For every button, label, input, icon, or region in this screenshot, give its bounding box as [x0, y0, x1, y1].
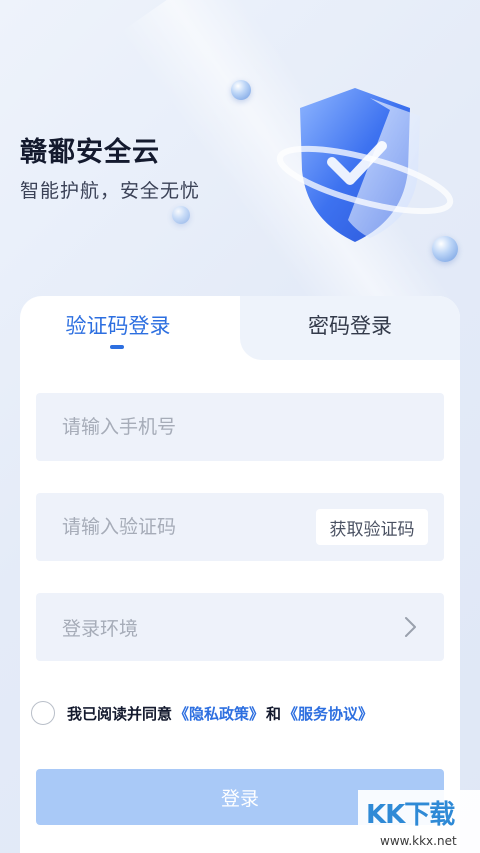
- tab-password-login[interactable]: 密码登录: [240, 310, 460, 350]
- environment-select[interactable]: 登录环境: [36, 593, 444, 661]
- login-card: 验证码登录 密码登录 获取验证码 登录环境 我已阅读并同意 《隐私政策》 和 《…: [20, 296, 460, 853]
- hero-banner: 赣鄱安全云 智能护航，安全无忧: [0, 0, 480, 300]
- shield-icon: [276, 88, 454, 242]
- chevron-right-icon: [405, 617, 416, 637]
- active-tab-indicator: [110, 345, 124, 349]
- agreement-row: 我已阅读并同意 《隐私政策》 和 《服务协议》: [31, 701, 375, 725]
- app-subtitle: 智能护航，安全无忧: [20, 180, 201, 202]
- phone-field: [36, 393, 444, 461]
- environment-label: 登录环境: [62, 617, 139, 640]
- service-agreement-link[interactable]: 《服务协议》: [283, 703, 373, 724]
- phone-input[interactable]: [62, 416, 302, 438]
- code-input[interactable]: [62, 516, 302, 538]
- agreement-checkbox[interactable]: [31, 701, 55, 725]
- watermark: KK下载 www.kkx.net: [358, 790, 480, 853]
- agreement-and: 和: [266, 704, 282, 723]
- watermark-url: www.kkx.net: [380, 834, 457, 848]
- get-code-button[interactable]: 获取验证码: [316, 509, 428, 545]
- watermark-logo: KK下载: [366, 800, 455, 830]
- agreement-prefix: 我已阅读并同意: [67, 704, 173, 723]
- code-field: 获取验证码: [36, 493, 444, 561]
- bubble-icon: [231, 80, 251, 100]
- privacy-policy-link[interactable]: 《隐私政策》: [174, 703, 264, 724]
- app-title: 赣鄱安全云: [20, 137, 160, 168]
- bubble-icon: [172, 206, 190, 224]
- tab-code-login[interactable]: 验证码登录: [20, 310, 216, 350]
